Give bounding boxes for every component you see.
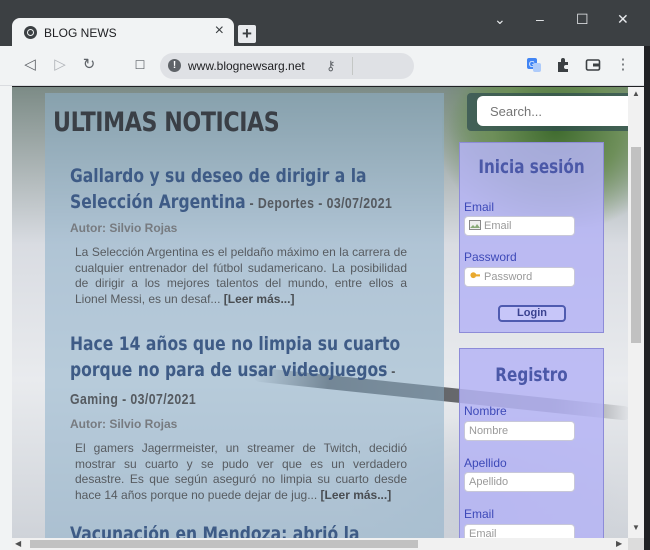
article-excerpt: La Selección Argentina es el peldaño máx… (75, 245, 407, 307)
article-headline-link[interactable]: Hace 14 años que no limpia su cuarto por… (70, 331, 416, 413)
translate-icon[interactable]: G (526, 57, 542, 73)
read-more-link[interactable]: [Leer más...] (224, 292, 295, 306)
password-placeholder: Password (484, 271, 533, 283)
bookmark-icon[interactable]: ☐ (130, 56, 150, 74)
page-title: ULTIMAS NOTICIAS (53, 107, 280, 138)
scroll-left-arrow-icon[interactable]: ◀ (15, 539, 21, 548)
tab-close-icon[interactable]: × (215, 23, 224, 39)
scroll-down-arrow-icon[interactable]: ▼ (632, 523, 640, 532)
chrome-menu-icon[interactable]: ⋮ (613, 56, 633, 74)
tab-strip: BLOG NEWS × + ⌄ – ☐ ✕ (0, 0, 650, 46)
forward-icon[interactable]: ▷ (50, 56, 70, 74)
new-tab-button[interactable]: + (238, 25, 256, 43)
surname-label: Apellido (464, 456, 507, 470)
lock-key-icon (470, 272, 480, 279)
reload-icon[interactable]: ↻ (79, 56, 99, 74)
email-icon (469, 220, 481, 230)
extensions-icon[interactable] (555, 57, 571, 73)
back-icon[interactable]: ◁ (20, 56, 40, 74)
tab-search-icon[interactable]: ⌄ (494, 12, 506, 26)
register-box: Registro Nombre Nombre Apellido Apellido… (459, 348, 604, 538)
scrollbar-corner (628, 538, 644, 550)
login-button[interactable]: Login (498, 305, 566, 322)
url-text[interactable]: www.blognewsarg.net (188, 59, 305, 73)
article-author: Autor: Silvio Rojas (70, 221, 178, 235)
login-title: Inicia sesión (478, 156, 585, 178)
article-author: Autor: Silvio Rojas (70, 417, 178, 431)
minimize-icon[interactable]: – (536, 12, 544, 26)
read-more-link[interactable]: [Leer más...] (321, 488, 392, 502)
register-title: Registro (495, 364, 568, 386)
browser-toolbar: ◁ ▷ ↻ ☐ ! www.blognewsarg.net ⚷ G ⋮ (0, 46, 650, 86)
close-window-icon[interactable]: ✕ (617, 12, 629, 26)
article-headline-link[interactable]: Vacunación en Mendoza: abrió la inscripc… (70, 521, 416, 538)
article-card: Hace 14 años que no limpia su cuarto por… (70, 331, 415, 503)
horizontal-scroll-thumb[interactable] (30, 540, 418, 548)
register-name-field[interactable]: Nombre (464, 421, 575, 441)
register-email-field[interactable]: Email (464, 524, 575, 538)
search-container (467, 93, 628, 131)
window-frame-left (0, 86, 12, 550)
article-card: Gallardo y su deseo de dirigir a la Sele… (70, 163, 415, 307)
search-input[interactable] (477, 96, 628, 126)
email-placeholder: Email (484, 220, 512, 232)
login-box: Inicia sesión Email Email Password Passw… (459, 142, 604, 333)
horizontal-scrollbar[interactable]: ◀ ▶ (12, 538, 628, 550)
article-excerpt: El gamers Jagerrmeister, un streamer de … (75, 441, 407, 503)
window-frame-right (644, 46, 650, 550)
scroll-right-arrow-icon[interactable]: ▶ (616, 539, 622, 548)
address-bar[interactable]: ! www.blognewsarg.net ⚷ (160, 53, 414, 79)
article-headline-link[interactable]: Gallardo y su deseo de dirigir a la Sele… (70, 163, 416, 217)
omnibox-divider (352, 57, 353, 75)
headline-text[interactable]: Hace 14 años que no limpia su cuarto por… (70, 333, 400, 381)
article-card: Vacunación en Mendoza: abrió la inscripc… (70, 521, 415, 538)
name-label: Nombre (464, 404, 507, 418)
vertical-scroll-thumb[interactable] (631, 147, 641, 343)
wallet-icon[interactable] (585, 57, 601, 73)
site-info-icon[interactable]: ! (168, 59, 181, 72)
email-label: Email (464, 200, 495, 214)
browser-tab[interactable]: BLOG NEWS × (12, 18, 234, 46)
globe-icon (24, 26, 37, 39)
tab-title: BLOG NEWS (44, 26, 117, 40)
register-email-label: Email (464, 507, 495, 521)
vertical-scrollbar[interactable]: ▲ ▼ (628, 87, 644, 538)
login-email-field[interactable]: Email (464, 216, 575, 236)
scroll-up-arrow-icon[interactable]: ▲ (632, 89, 640, 98)
article-meta: - Deportes - 03/07/2021 (245, 195, 393, 212)
register-surname-field[interactable]: Apellido (464, 472, 575, 492)
maximize-icon[interactable]: ☐ (576, 12, 589, 26)
login-password-field[interactable]: Password (464, 267, 575, 287)
password-label: Password (464, 250, 517, 264)
news-panel: ULTIMAS NOTICIAS Gallardo y su deseo de … (45, 93, 444, 538)
key-icon[interactable]: ⚷ (326, 58, 336, 74)
web-page: ULTIMAS NOTICIAS Gallardo y su deseo de … (12, 87, 628, 538)
